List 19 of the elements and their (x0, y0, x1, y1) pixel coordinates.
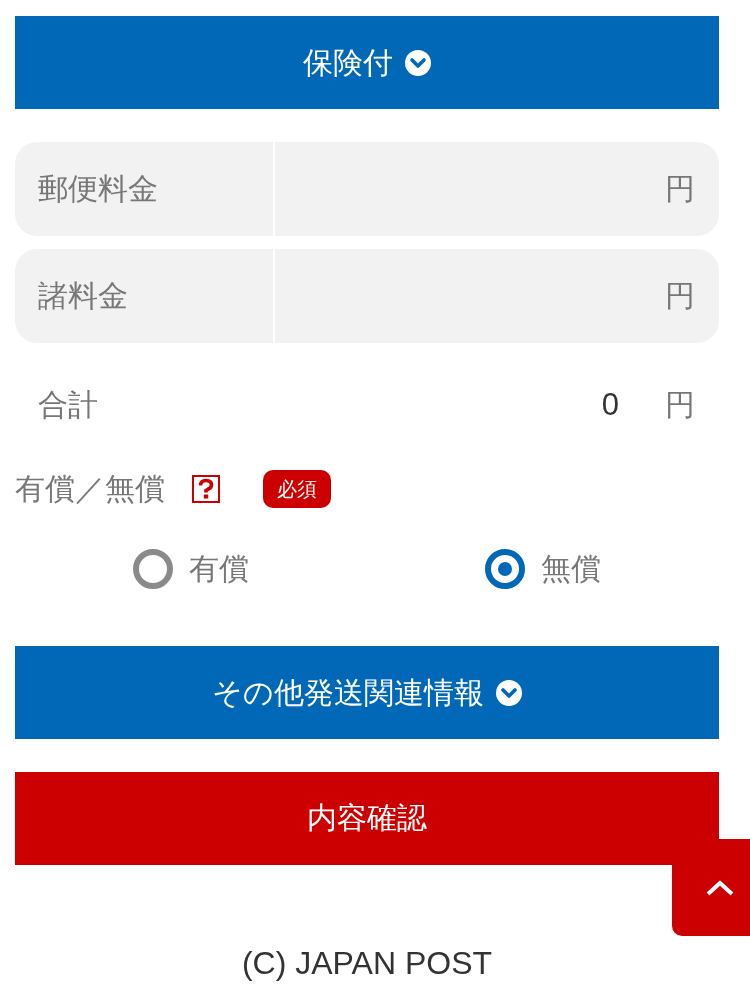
currency-unit: 円 (665, 387, 695, 423)
help-icon[interactable] (192, 475, 220, 503)
field-label: 諸料金 (15, 249, 273, 343)
caret-up-icon (706, 879, 734, 896)
section-toggle-button[interactable]: 保険付 (15, 16, 719, 109)
required-badge: 必須 (263, 470, 331, 508)
amount-input[interactable]: 円 (275, 142, 719, 236)
field-label: 有償／無償 (15, 470, 165, 507)
section-toggle-button[interactable]: その他発送関連情報 (15, 646, 719, 739)
currency-unit: 円 (665, 171, 695, 207)
total-label: 合計 (38, 386, 99, 423)
amount-input[interactable]: 円 (275, 249, 719, 343)
field-label: 郵便料金 (15, 142, 273, 236)
currency-unit: 円 (665, 278, 695, 314)
radio-option[interactable]: 無償 (485, 549, 601, 589)
copyright-text: (C) JAPAN POST (241, 944, 493, 982)
radio-option[interactable]: 有償 (133, 549, 249, 589)
confirm-button[interactable]: 内容確認 (15, 772, 719, 865)
total-value: 0 (601, 387, 619, 423)
